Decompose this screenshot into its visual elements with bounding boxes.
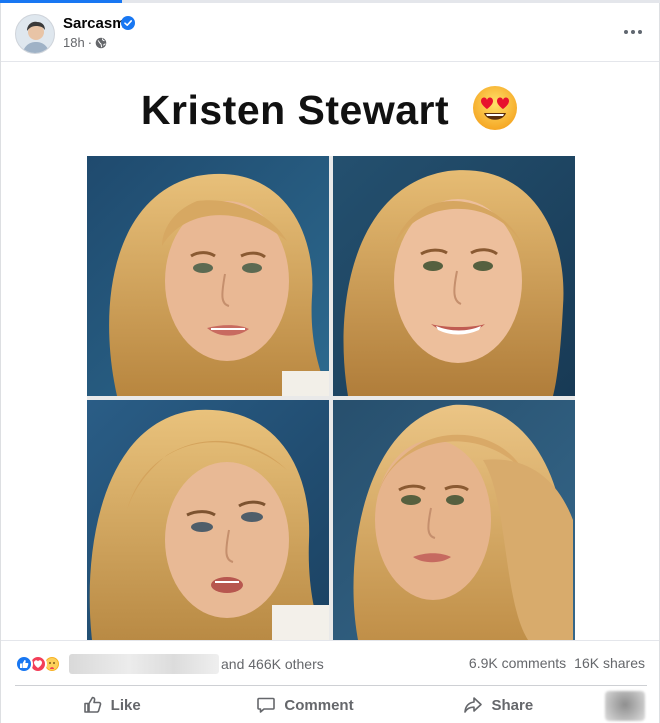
- more-options-button[interactable]: [621, 23, 645, 41]
- globe-icon: [95, 37, 107, 48]
- page-name[interactable]: Sarcasm: [63, 15, 126, 32]
- post-meta: 18h ·: [63, 35, 107, 50]
- shares-count[interactable]: 16K shares: [574, 655, 645, 671]
- portrait-image: [87, 400, 329, 640]
- portrait-photo-3[interactable]: [87, 400, 329, 640]
- meta-separator: ·: [87, 35, 93, 50]
- share-label: Share: [491, 696, 534, 714]
- thumbs-up-icon: [83, 696, 101, 713]
- avatar[interactable]: [15, 14, 55, 54]
- share-arrow-icon: [464, 697, 483, 713]
- divider: [1, 640, 659, 641]
- portrait-photo-4[interactable]: [333, 400, 575, 640]
- comment-button[interactable]: Comment: [208, 689, 401, 721]
- dot-icon: [624, 30, 628, 34]
- reaction-summary[interactable]: and 466K others: [15, 653, 324, 675]
- portrait-image: [333, 156, 575, 396]
- comments-count[interactable]: 6.9K comments: [469, 655, 566, 671]
- post-card: Sarcasm 18h · Kristen Stewart and 466K o…: [0, 3, 660, 723]
- portrait-photo-2[interactable]: [333, 156, 575, 396]
- post-header: Sarcasm 18h ·: [1, 3, 659, 61]
- heart-eyes-emoji-icon: [473, 86, 518, 130]
- share-button[interactable]: Share: [402, 689, 595, 721]
- portrait-photo-1[interactable]: [87, 156, 329, 396]
- post-time[interactable]: 18h: [63, 35, 85, 50]
- portrait-image: [87, 156, 329, 396]
- comment-bubble-icon: [257, 697, 276, 713]
- dot-icon: [638, 30, 642, 34]
- photo-grid: [87, 156, 575, 640]
- verified-badge-icon: [121, 16, 135, 30]
- comment-label: Comment: [284, 696, 354, 714]
- divider: [15, 685, 647, 686]
- viewer-avatar-blurred[interactable]: [605, 691, 645, 721]
- image-title-text: Kristen Stewart: [140, 87, 450, 133]
- reacted-names-blurred: [69, 654, 219, 674]
- like-button[interactable]: Like: [15, 689, 208, 721]
- post-image[interactable]: Kristen Stewart: [1, 62, 659, 640]
- like-label: Like: [110, 696, 141, 714]
- engagement-counts: 6.9K comments 16K shares: [469, 655, 645, 671]
- portrait-image: [333, 400, 575, 640]
- avatar-image: [16, 15, 54, 53]
- post-actions: Like Comment Share: [15, 689, 595, 721]
- reaction-others-count[interactable]: and 466K others: [221, 656, 324, 672]
- dot-icon: [631, 30, 635, 34]
- like-reaction-icon: [15, 655, 33, 673]
- image-title: Kristen Stewart: [1, 84, 659, 134]
